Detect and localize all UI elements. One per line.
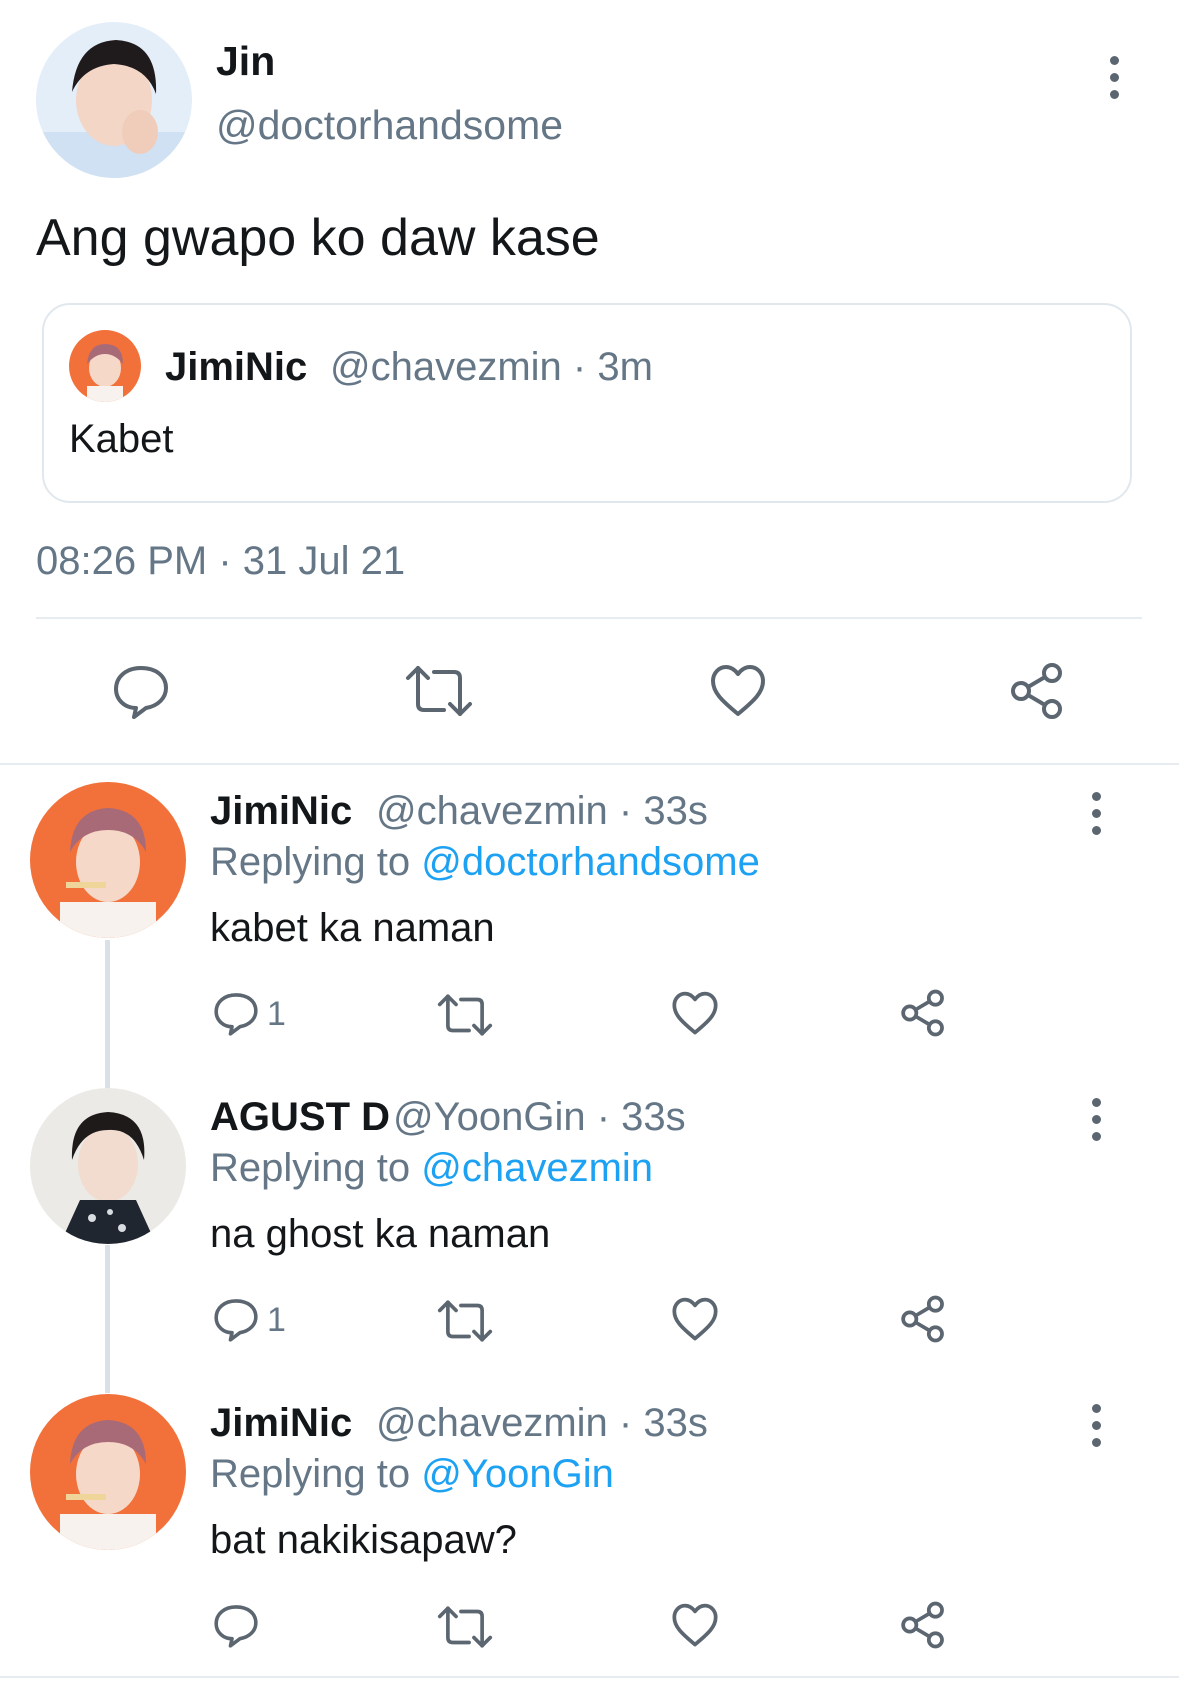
reply-avatar[interactable] — [30, 1394, 186, 1550]
thread-line — [105, 1245, 110, 1393]
share-button[interactable] — [899, 1295, 947, 1343]
quote-text: Kabet — [69, 417, 174, 461]
share-icon — [901, 1601, 944, 1649]
author-handle[interactable]: @doctorhandsome — [216, 102, 563, 149]
quote-author-name: JimiNic — [165, 345, 308, 389]
like-icon — [672, 1297, 718, 1341]
reply-count: 1 — [267, 994, 286, 1033]
replying-to-mention[interactable]: @YoonGin — [421, 1452, 614, 1496]
reply-text: na ghost ka naman — [210, 1212, 551, 1256]
retweet-icon — [437, 1606, 493, 1648]
like-button[interactable] — [671, 1297, 719, 1342]
tweet-timestamp: 08:26 PM · 31 Jul 21 — [36, 539, 406, 583]
share-button[interactable] — [899, 989, 947, 1037]
reply-author-name[interactable]: AGUST D — [210, 1095, 390, 1140]
share-icon — [901, 989, 944, 1037]
thread-line — [105, 940, 110, 1088]
reply-author-meta: @YoonGin · 33s — [393, 1095, 686, 1139]
section-divider — [0, 763, 1179, 765]
reply-author-name[interactable]: JimiNic — [210, 789, 352, 834]
like-icon — [672, 1603, 718, 1647]
reply-count: 1 — [267, 1300, 286, 1339]
replying-to-line: Replying to @chavezmin — [210, 1146, 653, 1191]
reply-button[interactable]: 1 — [213, 991, 286, 1037]
reply-button[interactable]: 1 — [213, 1297, 286, 1343]
replying-to-mention[interactable]: @chavezmin — [421, 1146, 653, 1190]
divider — [36, 617, 1142, 619]
like-button[interactable] — [671, 991, 719, 1036]
retweet-button[interactable] — [404, 664, 474, 718]
retweet-icon — [406, 666, 472, 716]
avatar-jin[interactable] — [36, 22, 192, 178]
replying-to-label: Replying to — [210, 1146, 422, 1190]
retweet-icon — [437, 1300, 493, 1342]
retweet-button[interactable] — [436, 1605, 494, 1649]
retweet-button[interactable] — [436, 993, 494, 1037]
reply-icon — [214, 993, 258, 1036]
reply-avatar[interactable] — [30, 782, 186, 938]
share-button[interactable] — [899, 1601, 947, 1649]
reply-author-meta: @chavezmin · 33s — [376, 1401, 708, 1445]
retweet-button[interactable] — [436, 1299, 494, 1343]
reply-avatar[interactable] — [30, 1088, 186, 1244]
more-options-icon[interactable] — [1086, 1098, 1106, 1149]
reply-icon — [214, 1605, 258, 1648]
quote-author-meta: @chavezmin · 3m — [330, 345, 653, 389]
replying-to-label: Replying to — [210, 1452, 422, 1496]
share-icon — [901, 1295, 944, 1343]
replying-to-mention[interactable]: @doctorhandsome — [421, 840, 760, 884]
reply-button[interactable] — [112, 664, 170, 720]
more-options-icon[interactable] — [1086, 1404, 1106, 1455]
reply-text: kabet ka naman — [210, 906, 495, 950]
like-button[interactable] — [671, 1603, 719, 1648]
replying-to-line: Replying to @doctorhandsome — [210, 840, 760, 885]
replying-to-label: Replying to — [210, 840, 422, 884]
reply-text: bat nakikisapaw? — [210, 1518, 517, 1562]
quote-avatar — [69, 330, 141, 402]
share-icon — [1011, 663, 1062, 719]
replying-to-line: Replying to @YoonGin — [210, 1452, 614, 1497]
reply-icon — [214, 1299, 258, 1342]
retweet-icon — [437, 994, 493, 1036]
reply-author-meta: @chavezmin · 33s — [376, 789, 708, 833]
share-button[interactable] — [1008, 662, 1066, 720]
like-icon — [711, 665, 765, 716]
quoted-tweet-card[interactable] — [42, 303, 1132, 503]
reply-author-name[interactable]: JimiNic — [210, 1401, 352, 1446]
like-button[interactable] — [709, 664, 767, 718]
tweet-text: Ang gwapo ko daw kase — [36, 209, 600, 267]
more-options-icon[interactable] — [1086, 792, 1106, 843]
author-name[interactable]: Jin — [216, 38, 275, 85]
reply-button[interactable] — [213, 1603, 267, 1649]
reply-icon — [114, 666, 168, 719]
like-icon — [672, 991, 718, 1035]
bottom-divider — [0, 1676, 1179, 1678]
more-options-icon[interactable] — [1104, 56, 1124, 107]
